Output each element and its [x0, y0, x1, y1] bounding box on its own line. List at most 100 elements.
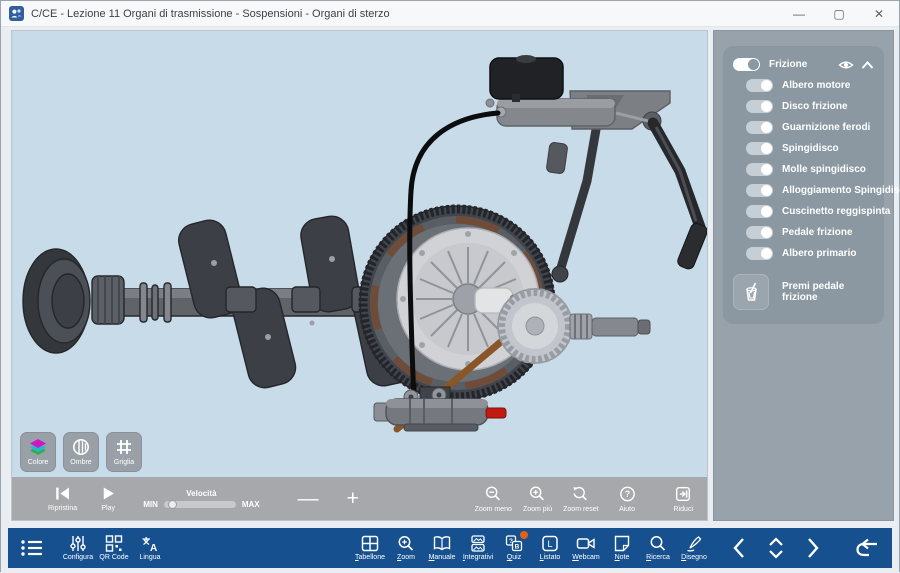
- help-label: Aiuto: [619, 506, 635, 513]
- griglia-button[interactable]: Griglia: [106, 432, 142, 472]
- toggle-label: Albero motore: [782, 80, 850, 91]
- speed-max-label: MAX: [242, 500, 260, 509]
- board-grid-icon: [361, 535, 379, 552]
- collapse-exit-icon: [674, 485, 692, 503]
- toggle-frizione[interactable]: [733, 58, 760, 71]
- toolbar-item-listato[interactable]: L Listato: [532, 535, 568, 561]
- layers-color-icon: [28, 437, 48, 457]
- title-bar: C/CE - Lezione 11 Organi di trasmissione…: [1, 1, 899, 27]
- speed-slider-knob[interactable]: [168, 500, 177, 509]
- help-button[interactable]: ? Aiuto: [618, 485, 637, 513]
- minimize-button[interactable]: —: [779, 1, 819, 26]
- playback-bar: Ripristina Play Velocità MIN MAX — +: [12, 477, 707, 520]
- toolbar-item-lingua[interactable]: A Lingua: [132, 535, 168, 561]
- toggle-cuscinetto-reggispinta[interactable]: [746, 205, 773, 218]
- toggle-label: Pedale frizione: [782, 227, 853, 238]
- zoom-reset-button[interactable]: Zoom reset: [563, 485, 598, 513]
- speed-decrease-button[interactable]: —: [298, 488, 319, 509]
- toolbar-item-tabellone[interactable]: Tabellone: [352, 535, 388, 561]
- panel-header-row: Frizione: [733, 57, 874, 72]
- frizione-label: Frizione: [769, 59, 807, 70]
- toggle-label: Cuscinetto reggispinta: [782, 206, 890, 217]
- listato-label: Listato: [540, 554, 561, 561]
- list-menu-icon: [20, 537, 44, 559]
- webcam-icon: [576, 535, 596, 552]
- svg-text:B: B: [515, 544, 520, 551]
- speed-title: Velocità: [186, 489, 216, 498]
- minimize-panel-button[interactable]: Riduci: [674, 485, 693, 513]
- toolbar-item-note[interactable]: Note: [604, 535, 640, 561]
- qr-code-label: QR Code: [99, 554, 128, 561]
- press-pedal-button[interactable]: [733, 274, 769, 310]
- toggle-label: Alloggiamento Spingidisco: [782, 185, 900, 196]
- press-pedal-label: Premi pedale frizione: [782, 281, 874, 303]
- toolbar-item-configura[interactable]: Configura: [60, 535, 96, 561]
- toggle-row: Spingidisco: [733, 141, 874, 156]
- toggle-disco-frizione[interactable]: [746, 100, 773, 113]
- note-label: Note: [615, 554, 630, 561]
- toolbar-item-manuale[interactable]: Manuale: [424, 535, 460, 561]
- toolbar-item-quiz[interactable]: ? B Quiz: [496, 535, 532, 561]
- close-button[interactable]: ✕: [859, 1, 899, 26]
- toolbar-navigation: [732, 536, 880, 560]
- svg-text:A: A: [150, 543, 157, 552]
- ombre-button[interactable]: Ombre: [63, 432, 99, 472]
- toolbar-item-disegno[interactable]: Disegno: [676, 535, 712, 561]
- bottom-strip: [1, 568, 899, 573]
- toolbar-item-integrativi[interactable]: Integrativi: [460, 535, 496, 561]
- speed-min-label: MIN: [143, 500, 158, 509]
- toolbar-item-zoom[interactable]: Zoom: [388, 535, 424, 561]
- chevrons-up-down-icon[interactable]: [766, 536, 786, 560]
- ricerca-label: Ricerca: [646, 554, 670, 561]
- chevron-right-icon[interactable]: [806, 537, 820, 559]
- toolbar-item-ricerca[interactable]: Ricerca: [640, 535, 676, 561]
- toggle-spingidisco[interactable]: [746, 142, 773, 155]
- toggle-albero-motore[interactable]: [746, 79, 773, 92]
- translate-icon: A: [141, 535, 159, 552]
- toggle-guarnizione-ferodi[interactable]: [746, 121, 773, 134]
- restart-button[interactable]: Ripristina: [48, 485, 77, 512]
- zoom-label: Zoom: [397, 554, 415, 561]
- eye-icon[interactable]: [838, 59, 854, 71]
- toggle-pedale-frizione[interactable]: [746, 226, 773, 239]
- listing-icon: L: [541, 535, 559, 552]
- zoom-out-button[interactable]: Zoom meno: [475, 485, 512, 513]
- magnifier-plus-icon: [528, 485, 547, 503]
- stage: Colore Ombre Griglia: [11, 30, 708, 521]
- toggle-albero-primario[interactable]: [746, 247, 773, 260]
- play-button[interactable]: Play: [99, 485, 117, 512]
- minimize-panel-label: Riduci: [674, 506, 693, 513]
- window-title: C/CE - Lezione 11 Organi di trasmissione…: [31, 8, 390, 20]
- chevron-left-icon[interactable]: [732, 537, 746, 559]
- 3d-viewport[interactable]: Colore Ombre Griglia: [12, 31, 707, 477]
- colore-button[interactable]: Colore: [20, 432, 56, 472]
- ombre-label: Ombre: [70, 459, 91, 466]
- press-pedal-row: Premi pedale frizione: [733, 274, 874, 310]
- maximize-button[interactable]: ▢: [819, 1, 859, 26]
- toggle-alloggiamento-spingidisco[interactable]: [746, 184, 773, 197]
- magnifier-plus-icon: [397, 535, 415, 552]
- toggle-row: Pedale frizione: [733, 225, 874, 240]
- toolbar-item-qr-code[interactable]: QR Code: [96, 535, 132, 561]
- zoom-in-button[interactable]: Zoom più: [523, 485, 552, 513]
- grid-hash-icon: [114, 437, 134, 457]
- manuale-label: Manuale: [429, 554, 456, 561]
- press-gesture-icon: [741, 281, 761, 303]
- shadow-sphere-icon: [71, 437, 91, 457]
- viewport-display-buttons: Colore Ombre Griglia: [20, 432, 142, 472]
- toggle-label: Guarnizione ferodi: [782, 122, 870, 133]
- svg-text:?: ?: [624, 489, 630, 499]
- menu-button[interactable]: [20, 537, 44, 559]
- return-arrow-icon[interactable]: [854, 537, 880, 559]
- chevron-up-icon[interactable]: [861, 60, 874, 70]
- search-icon: [649, 535, 667, 552]
- toolbar-item-webcam[interactable]: Webcam: [568, 535, 604, 561]
- speed-slider[interactable]: [164, 501, 236, 508]
- app-icon: [9, 6, 24, 21]
- toggle-molle-spingidisco[interactable]: [746, 163, 773, 176]
- play-icon: [99, 485, 117, 502]
- open-book-icon: [433, 535, 451, 552]
- toggle-label: Spingidisco: [782, 143, 839, 154]
- speed-increase-button[interactable]: +: [347, 488, 359, 509]
- main-toolbar: Configura QR Code A Lingua Tabellone: [8, 528, 892, 568]
